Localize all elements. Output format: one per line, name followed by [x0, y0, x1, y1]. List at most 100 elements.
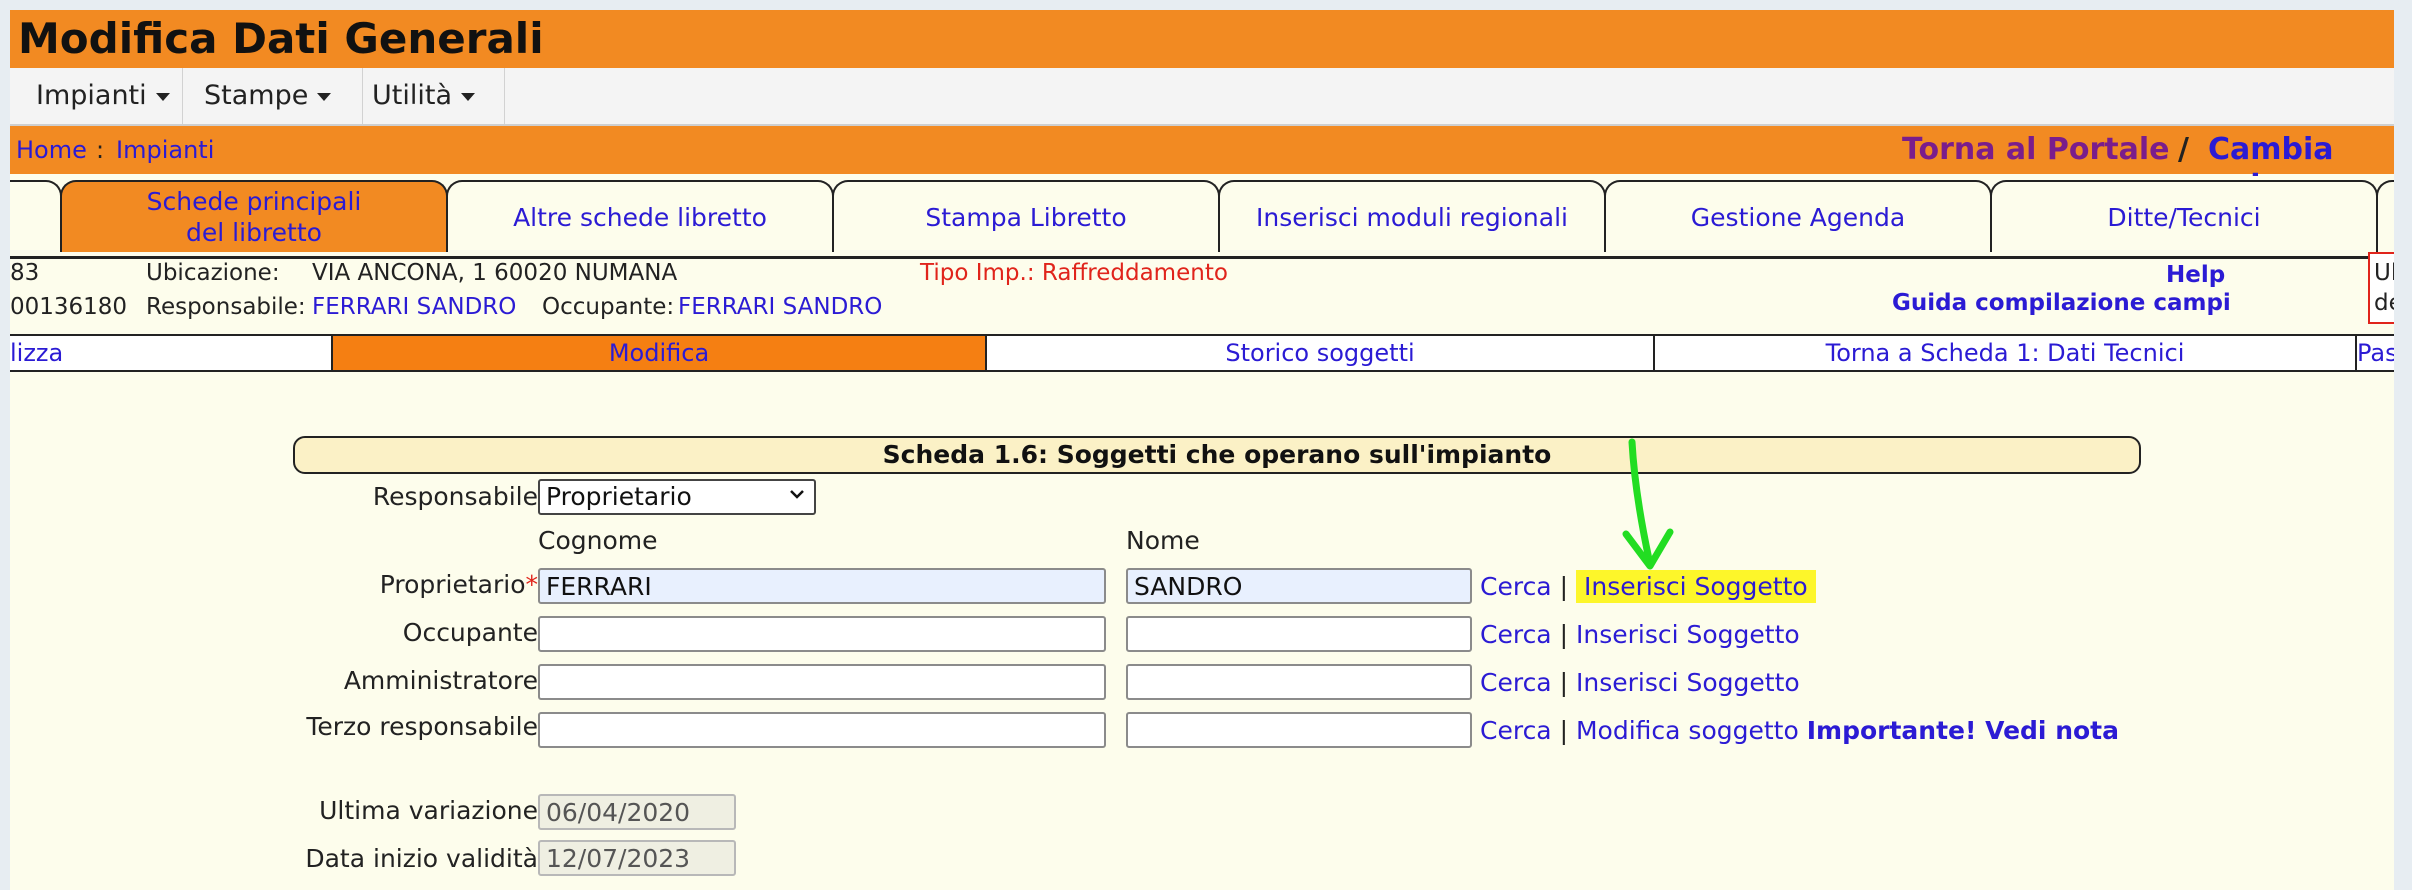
occupante-field-label: Occupante	[210, 618, 538, 647]
scheda-title: Scheda 1.6: Soggetti che operano sull'im…	[882, 440, 1552, 469]
col-nome: Nome	[1126, 526, 1200, 555]
right-box-partial: Ul de	[2368, 252, 2394, 324]
amministratore-cognome-input[interactable]	[538, 664, 1106, 700]
inserisci-soggetto-link[interactable]: Inserisci Soggetto	[1576, 620, 1800, 649]
amministratore-actions: Cerca | Inserisci Soggetto	[1480, 668, 1800, 697]
terzo-responsabile-field-label: Terzo responsabile	[210, 712, 538, 741]
sub-navigation: lizza Modifica Storico soggetti Torna a …	[10, 334, 2394, 372]
amministratore-field-label: Amministratore	[210, 666, 538, 695]
occupante-label-text: Occupante	[402, 618, 538, 647]
subnav-label: Torna a Scheda 1: Dati Tecnici	[1825, 339, 2185, 367]
help-link[interactable]: Help	[2166, 262, 2225, 288]
menu-impianti[interactable]: Impianti	[10, 68, 183, 124]
importante-vedi-nota-link[interactable]: Importante! Vedi nota	[1807, 716, 2119, 745]
menu-utilita[interactable]: Utilità	[352, 68, 505, 124]
tab-label: Schede principali del libretto	[146, 187, 362, 247]
amministratore-label-text: Amministratore	[343, 666, 538, 695]
chevron-down-icon	[790, 490, 804, 499]
tab-gestione-agenda[interactable]: Gestione Agenda	[1604, 180, 1992, 252]
cerca-link[interactable]: Cerca	[1480, 572, 1552, 601]
occupante-link[interactable]: FERRARI SANDRO	[678, 294, 882, 320]
cerca-link[interactable]: Cerca	[1480, 620, 1552, 649]
link-separator: |	[1559, 620, 1569, 649]
subnav-visualizza[interactable]: lizza	[10, 336, 333, 370]
terzo-responsabile-cognome-input[interactable]	[538, 712, 1106, 748]
subnav-storico-soggetti[interactable]: Storico soggetti	[987, 336, 1655, 370]
tab-label: Ditte/Tecnici	[2107, 202, 2261, 232]
terzo-responsabile-label-text: Terzo responsabile	[306, 712, 538, 741]
responsabile-link[interactable]: FERRARI SANDRO	[312, 294, 516, 320]
inserisci-soggetto-link[interactable]: Inserisci Soggetto	[1576, 668, 1800, 697]
tab-edge-right	[2376, 180, 2394, 252]
occupante-nome-input[interactable]	[1126, 616, 1472, 652]
impianto-code-partial-2: 00136180	[10, 294, 128, 320]
subnav-label: lizza	[10, 339, 64, 367]
title-bar: Modifica Dati Generali	[10, 10, 2394, 68]
subnav-modifica[interactable]: Modifica	[333, 336, 987, 370]
breadcrumb-impianti[interactable]: Impianti	[116, 136, 214, 164]
tab-label: Gestione Agenda	[1690, 202, 1906, 232]
responsabile-select-value: Proprietario	[546, 482, 692, 511]
tab-ditte-tecnici[interactable]: Ditte/Tecnici	[1990, 180, 2378, 252]
proprietario-nome-input[interactable]	[1126, 568, 1472, 604]
breadcrumb-separator: :	[96, 136, 105, 164]
ubicazione-value: VIA ANCONA, 1 60020 NUMANA	[312, 260, 678, 286]
menu-stampe[interactable]: Stampe	[184, 68, 363, 124]
tab-schede-principali[interactable]: Schede principali del libretto	[60, 180, 448, 252]
responsabile-label: Responsabile:	[146, 294, 306, 320]
ubicazione-label: Ubicazione:	[146, 260, 280, 286]
right-box-text-2: de	[2374, 290, 2394, 316]
caret-down-icon	[461, 92, 475, 101]
tab-inserisci-moduli[interactable]: Inserisci moduli regionali	[1218, 180, 1606, 252]
proprietario-cognome-input[interactable]	[538, 568, 1106, 604]
occupante-label: Occupante:	[542, 294, 675, 320]
menu-bar: Impianti Stampe Utilità	[10, 68, 2394, 126]
subnav-torna-scheda-1[interactable]: Torna a Scheda 1: Dati Tecnici	[1655, 336, 2357, 370]
subnav-passa[interactable]: Pas	[2357, 336, 2394, 370]
breadcrumb: Home : Impianti Torna al Portale / Cambi…	[10, 126, 2394, 202]
link-separator: |	[1559, 716, 1569, 745]
responsabile-select[interactable]: Proprietario	[538, 479, 816, 515]
data-inizio-validita-field	[538, 840, 736, 876]
cerca-link[interactable]: Cerca	[1480, 668, 1552, 697]
menu-utilita-label: Utilità	[372, 80, 452, 111]
ultima-variazione-field	[538, 794, 736, 830]
amministratore-nome-input[interactable]	[1126, 664, 1472, 700]
terzo-responsabile-actions: Cerca | Modifica soggetto Importante! Ve…	[1480, 716, 2119, 745]
scheda-header: Scheda 1.6: Soggetti che operano sull'im…	[293, 436, 2141, 474]
menu-stampe-label: Stampe	[204, 80, 309, 111]
menu-impianti-label: Impianti	[36, 80, 147, 111]
occupante-actions: Cerca | Inserisci Soggetto	[1480, 620, 1800, 649]
torna-al-portale-link[interactable]: Torna al Portale	[1902, 132, 2170, 167]
breadcrumb-home[interactable]: Home	[16, 136, 87, 164]
tabs-row: Schede principali del libretto Altre sch…	[10, 176, 2394, 259]
page: Modifica Dati Generali Impianti Stampe U…	[10, 10, 2394, 890]
tab-altre-schede[interactable]: Altre schede libretto	[446, 180, 834, 252]
annotation-arrow-icon	[1622, 438, 1674, 570]
caret-down-icon	[317, 92, 332, 101]
cerca-link[interactable]: Cerca	[1480, 716, 1552, 745]
tipo-impianto: Tipo Imp.: Raffreddamento	[920, 260, 1228, 286]
guida-compilazione-link[interactable]: Guida compilazione campi	[1892, 290, 2231, 316]
tab-label: Inserisci moduli regionali	[1256, 202, 1568, 232]
subnav-label: Pas	[2357, 339, 2394, 367]
caret-down-icon	[155, 92, 170, 101]
tab-label: Altre schede libretto	[513, 202, 767, 232]
link-separator: |	[1559, 572, 1569, 601]
proprietario-label-text: Proprietario	[379, 570, 526, 599]
link-separator: |	[1559, 668, 1569, 697]
subnav-label: Modifica	[608, 339, 710, 367]
page-title: Modifica Dati Generali	[18, 14, 544, 63]
proprietario-label: Proprietario*	[210, 570, 538, 599]
modifica-soggetto-link[interactable]: Modifica soggetto	[1576, 716, 1799, 745]
right-box-text-1: Ul	[2374, 260, 2394, 286]
link-slash: /	[2178, 132, 2189, 167]
ultima-variazione-label: Ultima variazione	[319, 796, 538, 825]
terzo-responsabile-nome-input[interactable]	[1126, 712, 1472, 748]
data-inizio-validita-label: Data inizio validità	[305, 844, 538, 873]
tab-edge-left	[10, 180, 62, 252]
tab-stampa-libretto[interactable]: Stampa Libretto	[832, 180, 1220, 252]
tab-label: Stampa Libretto	[925, 202, 1127, 232]
occupante-cognome-input[interactable]	[538, 616, 1106, 652]
col-cognome: Cognome	[538, 526, 658, 555]
